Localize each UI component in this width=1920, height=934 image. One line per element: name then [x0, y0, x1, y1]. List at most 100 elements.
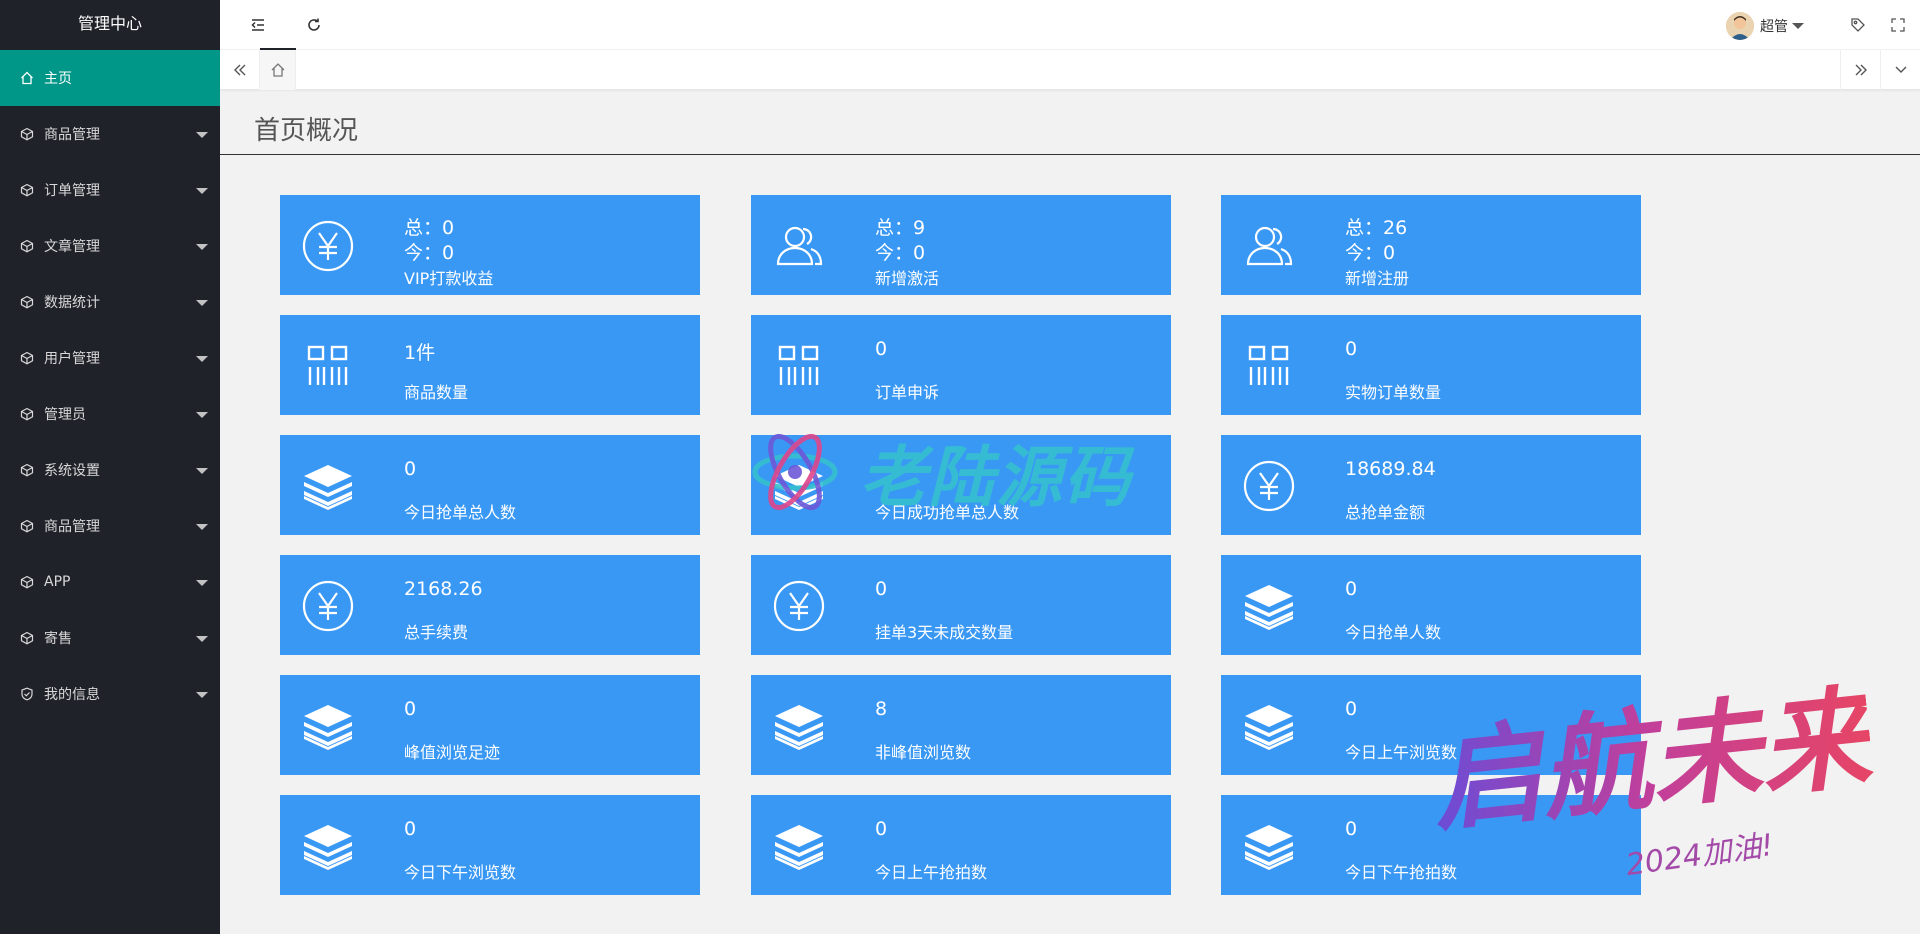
double-chevron-right-icon — [1855, 64, 1867, 76]
tag-icon — [1851, 18, 1865, 32]
sidebar-item-8[interactable]: 系统设置 — [0, 442, 220, 498]
barcode-icon — [1243, 340, 1295, 392]
stat-card: 2168.26 总手续费 — [280, 555, 700, 655]
refresh-button[interactable] — [292, 0, 336, 50]
sidebar-item-label: 寄售 — [44, 631, 72, 647]
sidebar-item-label: 主页 — [44, 71, 72, 87]
stat-label: VIP打款收益 — [404, 269, 494, 288]
shield-check-icon — [20, 687, 34, 701]
yen-icon — [1243, 460, 1295, 512]
user-name: 超管 — [1760, 19, 1788, 35]
tab-bar — [220, 50, 1920, 90]
stat-label: 非峰值浏览数 — [875, 743, 972, 762]
sidebar-item-label: 我的信息 — [44, 687, 100, 703]
menu-toggle-button[interactable] — [236, 0, 280, 50]
yen-icon — [773, 580, 825, 632]
stat-card: 0 峰值浏览足迹 — [280, 675, 700, 775]
sidebar-item-label: 数据统计 — [44, 295, 100, 311]
sidebar-item-label: APP — [44, 574, 71, 590]
caret-down-icon — [196, 468, 208, 474]
stat-total: 总：0 — [404, 217, 455, 239]
stat-card: 1件商品数量 — [280, 315, 700, 415]
indent-icon — [251, 19, 264, 31]
sidebar-item-6[interactable]: 用户管理 — [0, 330, 220, 386]
stat-label: 挂单3天未成交数量 — [875, 623, 1014, 642]
stat-label: 今日上午浏览数 — [1345, 743, 1458, 762]
sidebar-item-5[interactable]: 数据统计 — [0, 274, 220, 330]
stat-label: 总手续费 — [404, 623, 469, 642]
stat-label: 总抢单金额 — [1345, 503, 1426, 522]
caret-down-icon — [196, 244, 208, 250]
stat-card: 0 实物订单数量 — [1221, 315, 1641, 415]
users-icon — [773, 220, 825, 272]
sidebar-item-4[interactable]: 文章管理 — [0, 218, 220, 274]
caret-down-icon — [196, 132, 208, 138]
title-divider — [220, 154, 1920, 155]
fullscreen-icon — [1891, 18, 1905, 32]
top-header: 超管 — [220, 0, 1920, 50]
logo: 管理中心 — [0, 0, 220, 50]
sidebar-item-9[interactable]: 商品管理 — [0, 498, 220, 554]
layers-icon — [1243, 820, 1295, 872]
stat-label: 今日下午浏览数 — [404, 863, 517, 882]
cube-icon — [20, 575, 34, 589]
double-chevron-left-icon — [233, 64, 245, 76]
sidebar-item-label: 商品管理 — [44, 127, 100, 143]
stat-value: 0 — [404, 818, 417, 840]
sidebar-item-label: 订单管理 — [44, 183, 100, 199]
sidebar-item-label: 用户管理 — [44, 351, 100, 367]
stat-value: 0 — [875, 338, 888, 360]
tab-home[interactable] — [260, 50, 296, 90]
sidebar-item-label: 商品管理 — [44, 519, 100, 535]
tabs-menu-button[interactable] — [1880, 50, 1920, 90]
sidebar-item-12[interactable]: 我的信息 — [0, 666, 220, 722]
barcode-icon — [773, 340, 825, 392]
cube-icon — [20, 463, 34, 477]
sidebar-item-label: 管理员 — [44, 407, 86, 423]
caret-down-icon — [196, 580, 208, 586]
stat-label: 商品数量 — [404, 383, 469, 402]
stat-today: 今：0 — [1345, 242, 1396, 264]
page-title: 首页概况 — [254, 116, 359, 146]
fullscreen-button[interactable] — [1876, 0, 1920, 50]
sidebar-item-10[interactable]: APP — [0, 554, 220, 610]
stat-card: 0 今日抢单人数 — [1221, 555, 1641, 655]
sidebar-item-2[interactable]: 商品管理 — [0, 106, 220, 162]
cube-icon — [20, 183, 34, 197]
stat-card: 0 挂单3天未成交数量 — [751, 555, 1171, 655]
stat-value: 0 — [404, 458, 417, 480]
caret-down-icon — [196, 356, 208, 362]
yen-icon — [302, 580, 354, 632]
stat-value: 0 — [875, 818, 888, 840]
tag-button[interactable] — [1836, 0, 1880, 50]
user-menu[interactable]: 超管 — [1726, 12, 1804, 40]
sidebar-item-11[interactable]: 寄售 — [0, 610, 220, 666]
refresh-icon — [308, 18, 320, 31]
cube-icon — [20, 519, 34, 533]
sidebar: 管理中心 主页 商品管理 订单管理 文章管理 数据统计 用户管理 管理员 系统设置 商品管理 AP… — [0, 0, 220, 934]
stat-card: 0 订单申诉 — [751, 315, 1171, 415]
stat-card: 总：26 今：0 新增注册 — [1221, 195, 1641, 295]
sidebar-item-3[interactable]: 订单管理 — [0, 162, 220, 218]
layers-icon — [773, 700, 825, 752]
tabs-scroll-left-button[interactable] — [220, 50, 260, 90]
sidebar-item-1[interactable]: 主页 — [0, 50, 220, 106]
stat-value: 0 — [1345, 698, 1358, 720]
stat-label: 今日抢单总人数 — [404, 503, 517, 522]
main-content: 首页概况 总：0 今：0 VIP打款收益 总：9 今：0 新增激活 总：26 今：0 新增注册 1… — [220, 90, 1920, 934]
stat-value: 1件 — [404, 342, 436, 364]
stat-card: 0 今日上午抢拍数 — [751, 795, 1171, 895]
layers-icon — [302, 700, 354, 752]
tabs-scroll-right-button[interactable] — [1840, 50, 1880, 90]
stat-card: 0 今日下午抢拍数 — [1221, 795, 1641, 895]
yen-icon — [302, 220, 354, 272]
caret-down-icon — [196, 412, 208, 418]
stat-card: 0 今日抢单总人数 — [280, 435, 700, 535]
stat-label: 今日下午抢拍数 — [1345, 863, 1458, 882]
sidebar-item-7[interactable]: 管理员 — [0, 386, 220, 442]
stat-label: 峰值浏览足迹 — [404, 743, 501, 762]
stat-value: 0 — [1345, 578, 1358, 600]
stat-today: 今：0 — [875, 242, 926, 264]
caret-down-icon — [196, 692, 208, 698]
stat-value: 0 — [1345, 818, 1358, 840]
